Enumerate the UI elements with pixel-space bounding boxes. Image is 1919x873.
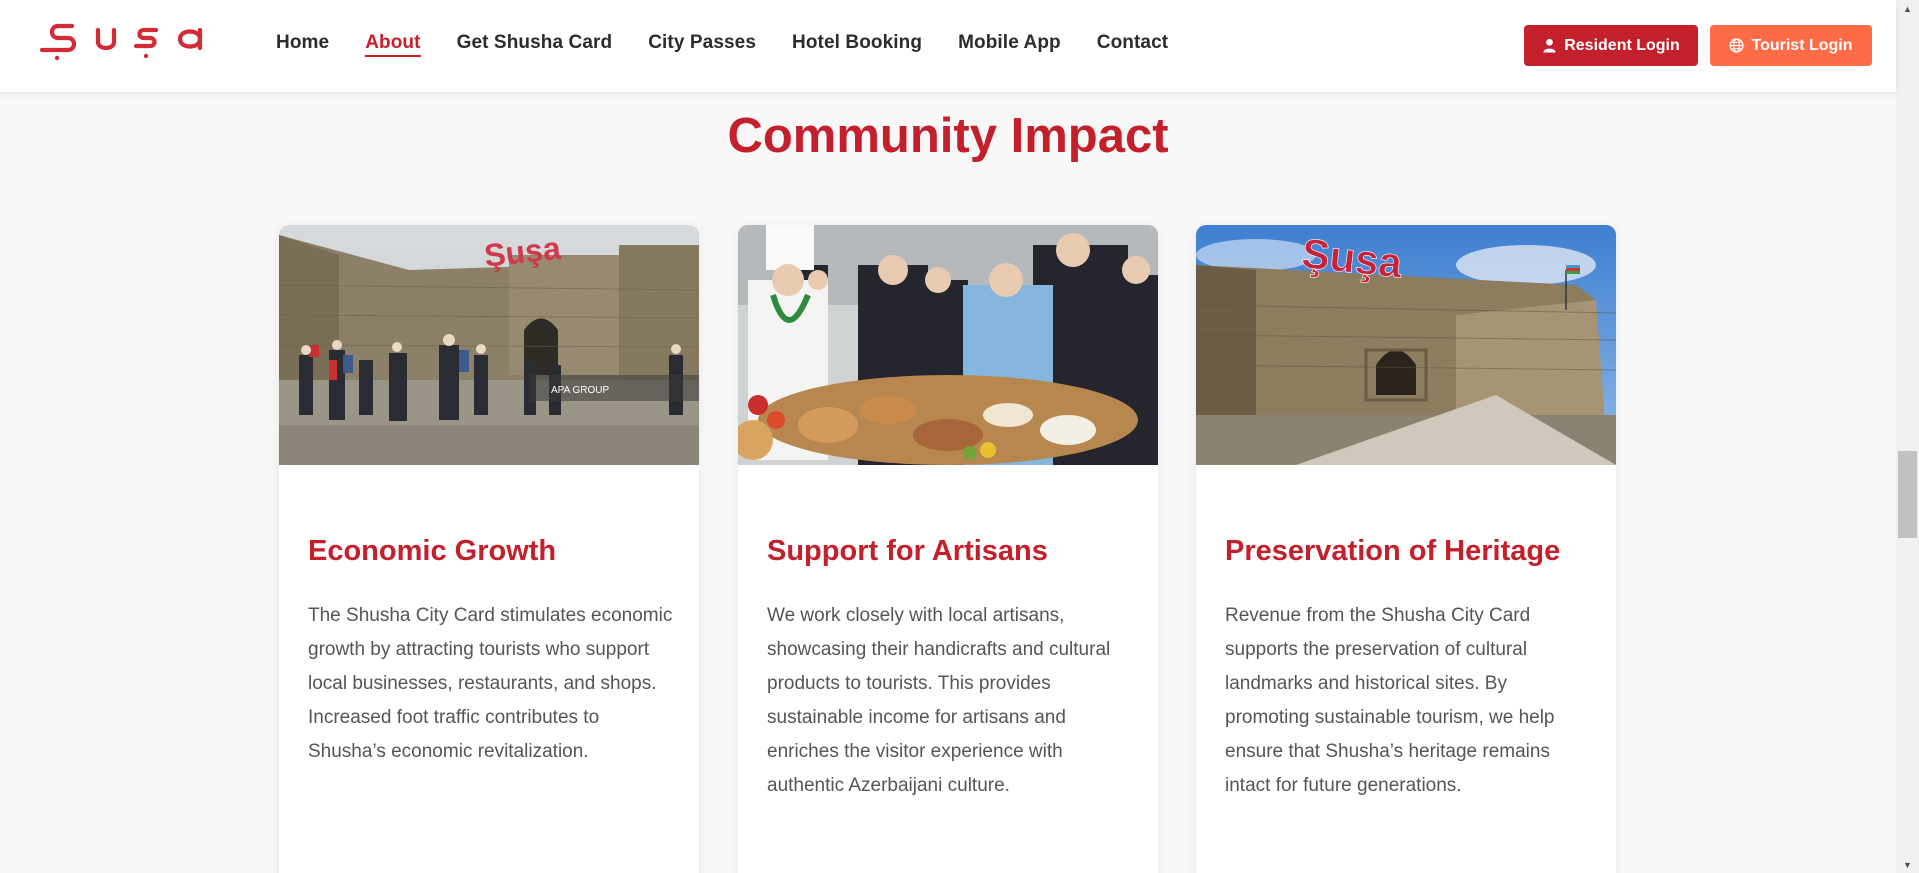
- card-title-preservation-heritage: Preservation of Heritage: [1225, 535, 1561, 567]
- main-nav: Home About Get Shusha Card City Passes H…: [276, 32, 1204, 57]
- user-icon: [1543, 38, 1556, 53]
- scroll-down-arrow-icon[interactable]: ▼: [1896, 856, 1919, 873]
- nav-get-shusha-card[interactable]: Get Shusha Card: [457, 32, 613, 57]
- card-text-preservation-heritage: Revenue from the Shusha City Card suppor…: [1225, 605, 1555, 796]
- resident-login-button[interactable]: Resident Login: [1524, 25, 1698, 66]
- scroll-up-arrow-icon[interactable]: ▲: [1896, 0, 1919, 17]
- nav-city-passes[interactable]: City Passes: [648, 32, 756, 57]
- card-text-support-artisans: We work closely with local artisans, sho…: [767, 605, 1111, 796]
- globe-icon: [1729, 38, 1745, 53]
- card-title-support-artisans: Support for Artisans: [767, 535, 1048, 567]
- fortress-gate-tourists-photo: Şuşa APA GROUP: [279, 225, 699, 465]
- nav-home[interactable]: Home: [276, 32, 329, 57]
- impact-card-support-artisans: Support for Artisans We work closely wit…: [738, 225, 1158, 873]
- card-text-economic-growth: The Shusha City Card stimulates economic…: [308, 605, 673, 762]
- impact-card-economic-growth: Şuşa APA GROUP Economic Growth The Shush…: [279, 225, 699, 873]
- artisans-food-table-photo: [738, 225, 1158, 465]
- nav-contact[interactable]: Contact: [1097, 32, 1168, 57]
- card-title-economic-growth: Economic Growth: [308, 535, 557, 567]
- nav-hotel-booking[interactable]: Hotel Booking: [792, 32, 922, 57]
- tourist-login-button[interactable]: Tourist Login: [1710, 25, 1872, 66]
- fortress-gate-photo: Şuşa: [1196, 225, 1616, 465]
- page-scrollbar[interactable]: ▲ ▼: [1896, 0, 1919, 873]
- nav-mobile-app[interactable]: Mobile App: [958, 32, 1061, 57]
- shusha-logo[interactable]: [38, 16, 213, 62]
- site-header: Home About Get Shusha Card City Passes H…: [0, 0, 1896, 92]
- section-title: Community Impact: [727, 109, 1169, 163]
- watermark-text: APA GROUP: [551, 385, 609, 396]
- tourist-login-label: Tourist Login: [1751, 36, 1853, 54]
- resident-login-label: Resident Login: [1564, 36, 1680, 54]
- nav-about[interactable]: About: [365, 32, 421, 57]
- impact-card-preservation-heritage: Şuşa Preservation of Heritage Revenue fr…: [1196, 225, 1616, 873]
- scroll-thumb[interactable]: [1898, 451, 1917, 538]
